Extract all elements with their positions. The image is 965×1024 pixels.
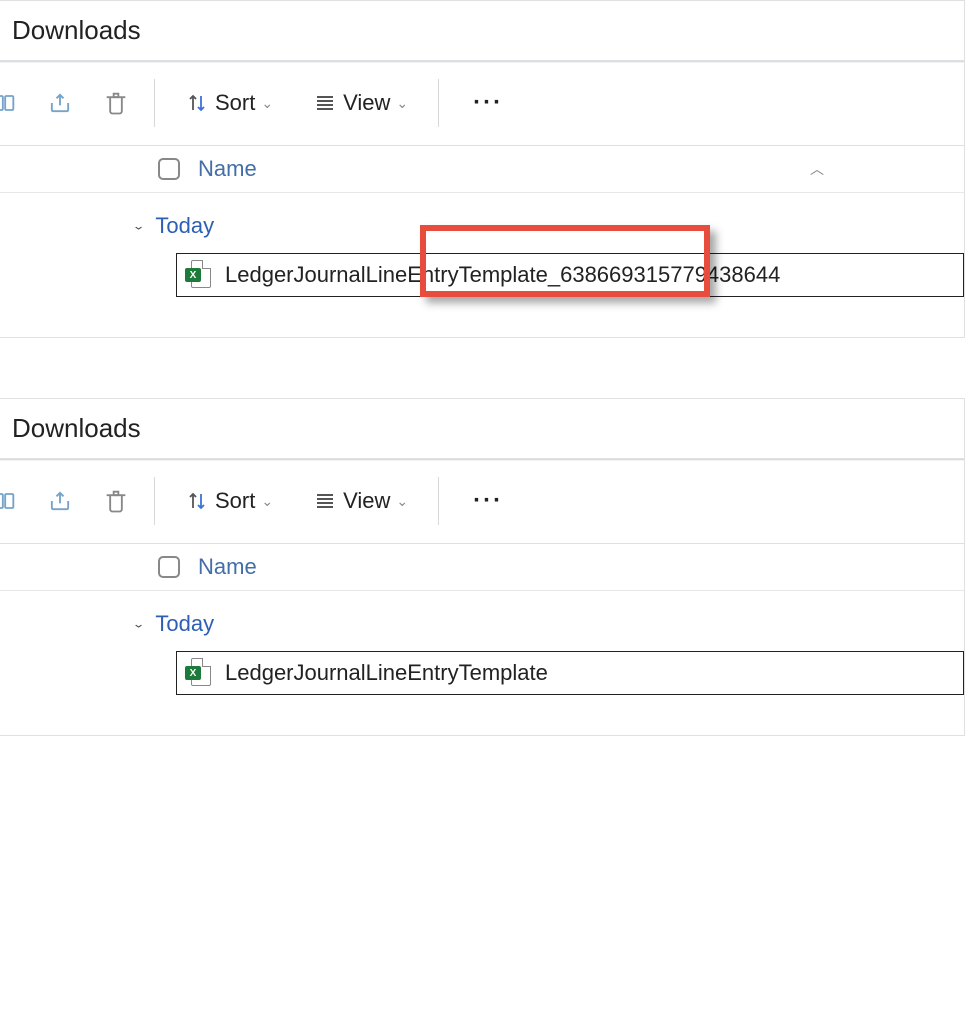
delete-icon[interactable] [94, 479, 138, 523]
more-button[interactable]: ··· [455, 89, 521, 117]
file-row[interactable]: X LedgerJournalLineEntryTemplate [176, 651, 964, 695]
column-header-row[interactable]: Name [0, 544, 964, 591]
file-row[interactable]: X LedgerJournalLineEntryTemplate_6386693… [176, 253, 964, 297]
sort-label: Sort [215, 488, 255, 514]
group-label: Today [155, 611, 214, 637]
toolbar-divider [154, 477, 155, 525]
toolbar: Sort ⌄ View ⌄ ··· [0, 61, 964, 146]
share-icon[interactable] [38, 81, 82, 125]
sort-indicator-icon: ︿ [810, 159, 824, 179]
view-label: View [343, 90, 390, 116]
toolbar: Sort ⌄ View ⌄ ··· [0, 459, 964, 544]
excel-file-icon: X [185, 260, 211, 290]
column-header-name: Name [198, 156, 257, 182]
view-icon [313, 489, 337, 513]
toolbar-divider [438, 79, 439, 127]
group-label: Today [155, 213, 214, 239]
chevron-down-icon: ⌄ [132, 219, 145, 233]
file-name: LedgerJournalLineEntryTemplate [225, 660, 548, 686]
chevron-down-icon: ⌄ [132, 617, 145, 631]
column-header-row[interactable]: Name ︿ [0, 146, 964, 193]
window-title: Downloads [0, 1, 964, 61]
toolbar-divider [154, 79, 155, 127]
group-today[interactable]: ⌄ Today [132, 213, 964, 239]
share-icon[interactable] [38, 479, 82, 523]
chevron-down-icon: ⌄ [396, 493, 408, 510]
chevron-down-icon: ⌄ [261, 493, 273, 510]
rename-icon[interactable] [0, 479, 26, 523]
sort-label: Sort [215, 90, 255, 116]
rename-icon[interactable] [0, 81, 26, 125]
column-header-name: Name [198, 554, 257, 580]
delete-icon[interactable] [94, 81, 138, 125]
chevron-down-icon: ⌄ [261, 95, 273, 112]
explorer-window: Downloads Sort ⌄ [0, 398, 965, 736]
more-button[interactable]: ··· [455, 487, 521, 515]
select-all-checkbox[interactable] [158, 158, 180, 180]
window-title: Downloads [0, 399, 964, 459]
file-list: ⌄ Today X LedgerJournalLineEntryTemplate… [0, 193, 964, 337]
select-all-checkbox[interactable] [158, 556, 180, 578]
sort-icon [185, 489, 209, 513]
view-button[interactable]: View ⌄ [299, 90, 422, 116]
view-icon [313, 91, 337, 115]
group-today[interactable]: ⌄ Today [132, 611, 964, 637]
excel-file-icon: X [185, 658, 211, 688]
toolbar-divider [438, 477, 439, 525]
explorer-window: Downloads Sort ⌄ [0, 0, 965, 338]
file-list: ⌄ Today X LedgerJournalLineEntryTemplate [0, 591, 964, 735]
view-label: View [343, 488, 390, 514]
sort-button[interactable]: Sort ⌄ [171, 90, 287, 116]
chevron-down-icon: ⌄ [396, 95, 408, 112]
view-button[interactable]: View ⌄ [299, 488, 422, 514]
sort-icon [185, 91, 209, 115]
file-name: LedgerJournalLineEntryTemplate_638669315… [225, 262, 780, 288]
sort-button[interactable]: Sort ⌄ [171, 488, 287, 514]
